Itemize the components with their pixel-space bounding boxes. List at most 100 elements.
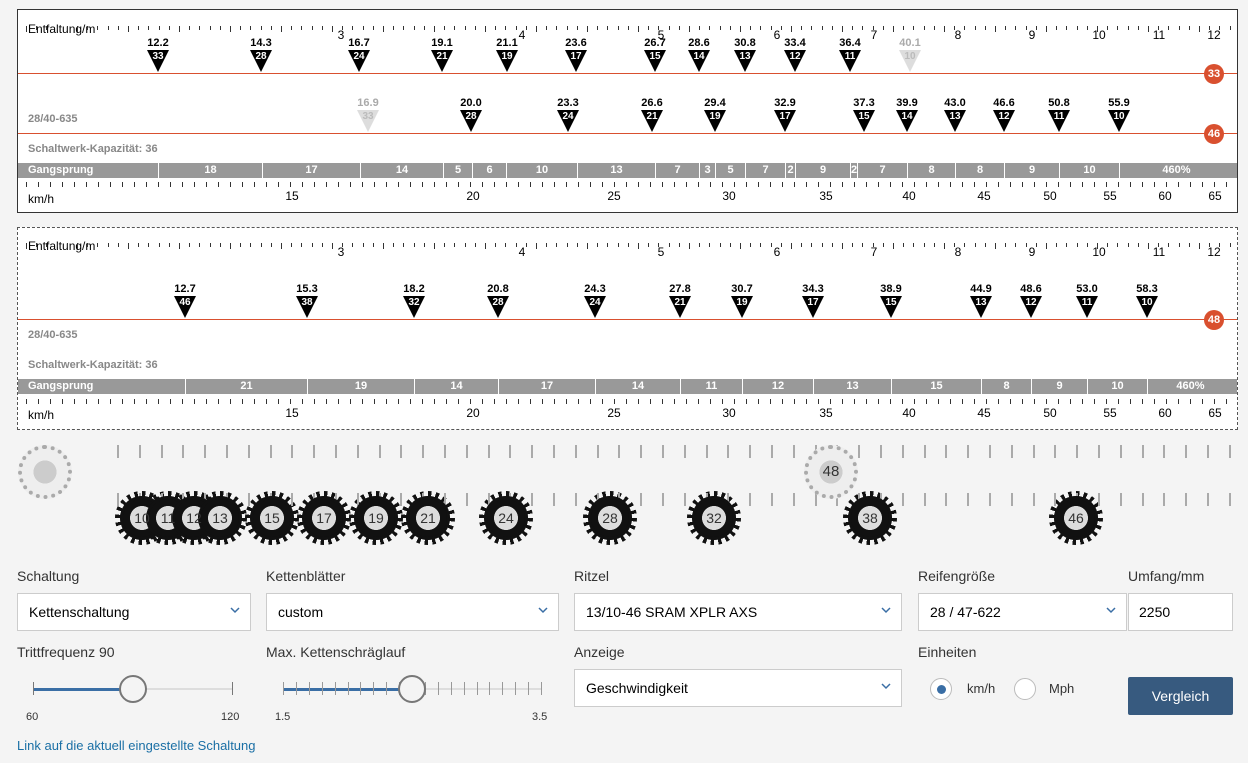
- radio-mph[interactable]: [1014, 678, 1036, 700]
- gear-marker[interactable]: 44.9 13: [970, 283, 992, 318]
- vergleich-button[interactable]: Vergleich: [1128, 677, 1233, 715]
- radio-kmh[interactable]: [930, 678, 952, 700]
- axis-tick: [107, 26, 109, 30]
- axis-tick: [1106, 182, 1107, 187]
- gear-ratio-value: 58.3: [1136, 283, 1158, 295]
- schraeglauf-knob[interactable]: [398, 675, 426, 703]
- axis-tick: [1034, 399, 1035, 404]
- gear-marker[interactable]: 29.4 19: [704, 97, 726, 132]
- cog-19[interactable]: 19: [349, 491, 403, 545]
- cog-label: 13: [212, 510, 228, 526]
- cog-32[interactable]: 32: [687, 491, 741, 545]
- gear-marker[interactable]: 23.6 17: [565, 37, 587, 72]
- cog-13[interactable]: 13: [193, 491, 247, 545]
- axis-tick: [97, 243, 99, 247]
- gear-teeth-label: 17: [570, 51, 582, 62]
- gear-marker[interactable]: 16.9 33: [357, 97, 379, 132]
- gear-marker-triangle: 11: [839, 50, 861, 72]
- cog-38[interactable]: 38: [843, 491, 897, 545]
- gear-marker[interactable]: 12.7 46: [174, 283, 196, 318]
- cog-28[interactable]: 28: [583, 491, 637, 545]
- gear-marker[interactable]: 46.6 12: [993, 97, 1015, 132]
- gear-marker[interactable]: 58.3 10: [1136, 283, 1158, 318]
- axis-tick: [350, 182, 351, 187]
- axis-tick: [26, 182, 27, 187]
- gear-marker[interactable]: 23.3 24: [557, 97, 579, 132]
- axis-tick: [1046, 399, 1047, 404]
- axis-label: 35: [819, 189, 833, 203]
- gear-marker[interactable]: 34.3 17: [802, 283, 824, 318]
- gangsprung-cell: 2: [850, 163, 858, 178]
- axis-tick: [662, 182, 663, 187]
- track-tick: [945, 493, 948, 506]
- cog-label: 19: [368, 510, 384, 526]
- gear-ratio-value: 26.7: [644, 37, 666, 49]
- gear-marker[interactable]: 48.6 12: [1020, 283, 1042, 318]
- gear-marker[interactable]: 20.8 28: [487, 283, 509, 318]
- gear-marker[interactable]: 27.8 21: [669, 283, 691, 318]
- gear-ratio-value: 29.4: [704, 97, 726, 109]
- ritzel-select[interactable]: 13/10-46 SRAM XPLR AXS: [574, 593, 902, 631]
- trittfrequenz-knob[interactable]: [119, 675, 147, 703]
- kettenblaetter-select[interactable]: custom: [266, 593, 559, 631]
- axis-tick: [699, 26, 701, 30]
- axis-tick: [1107, 243, 1109, 247]
- gear-marker[interactable]: 28.6 14: [688, 37, 710, 72]
- gear-marker[interactable]: 36.4 11: [839, 37, 861, 72]
- radio-mph-label[interactable]: Mph: [1049, 681, 1074, 696]
- gear-teeth-label: 28: [255, 51, 267, 62]
- cog-21[interactable]: 21: [401, 491, 455, 545]
- cog-15[interactable]: 15: [245, 491, 299, 545]
- gear-marker[interactable]: 39.9 14: [896, 97, 918, 132]
- gear-marker[interactable]: 26.6 21: [641, 97, 663, 132]
- permalink-link[interactable]: Link auf die aktuell eingestellte Schalt…: [17, 738, 256, 753]
- axis-tick: [1142, 182, 1143, 187]
- axis-tick: [134, 182, 135, 187]
- gangsprung-cell: 14: [595, 379, 680, 394]
- axis-tick: [362, 26, 364, 30]
- axis-tick: [617, 26, 619, 30]
- gear-marker[interactable]: 38.9 15: [880, 283, 902, 318]
- gear-marker[interactable]: 37.3 15: [853, 97, 875, 132]
- axis-tick: [1082, 399, 1083, 404]
- axis-tick: [1076, 26, 1078, 30]
- cog-17[interactable]: 17: [297, 491, 351, 545]
- gear-marker[interactable]: 50.8 11: [1048, 97, 1070, 132]
- gear-marker[interactable]: 24.3 24: [584, 283, 606, 318]
- gear-marker[interactable]: 19.1 21: [431, 37, 453, 72]
- active-chainring[interactable]: 48: [804, 445, 858, 499]
- cog-24[interactable]: 24: [479, 491, 533, 545]
- gear-marker[interactable]: 26.7 15: [644, 37, 666, 72]
- axis-tick: [1058, 182, 1059, 187]
- gear-marker[interactable]: 43.0 13: [944, 97, 966, 132]
- slider-tick: [295, 682, 297, 695]
- axis-tick: [170, 182, 171, 187]
- gear-marker[interactable]: 14.3 28: [250, 37, 272, 72]
- gear-marker[interactable]: 53.0 11: [1076, 283, 1098, 318]
- gear-marker[interactable]: 18.2 32: [403, 283, 425, 318]
- reifen-select[interactable]: 28 / 47-622: [918, 593, 1127, 631]
- gear-marker[interactable]: 30.8 13: [734, 37, 756, 72]
- gear-marker[interactable]: 20.0 28: [460, 97, 482, 132]
- track-tick: [291, 493, 294, 506]
- axis-tick: [518, 182, 519, 187]
- gear-marker[interactable]: 32.9 17: [774, 97, 796, 132]
- gear-marker[interactable]: 40.1 10: [899, 37, 921, 72]
- gear-marker-triangle: 14: [688, 50, 710, 72]
- gear-marker[interactable]: 15.3 38: [296, 283, 318, 318]
- gear-marker[interactable]: 21.1 19: [496, 37, 518, 72]
- radio-kmh-label[interactable]: km/h: [967, 681, 995, 696]
- gear-marker[interactable]: 16.7 24: [348, 37, 370, 72]
- gear-marker[interactable]: 30.7 19: [731, 283, 753, 318]
- gear-marker[interactable]: 12.2 33: [147, 37, 169, 72]
- anzeige-select[interactable]: Geschwindigkeit: [574, 669, 902, 707]
- umfang-input[interactable]: 2250: [1128, 593, 1233, 631]
- gear-marker[interactable]: 33.4 12: [784, 37, 806, 72]
- gear-marker[interactable]: 55.9 10: [1108, 97, 1130, 132]
- track-tick: [618, 445, 621, 458]
- cog-46[interactable]: 46: [1049, 491, 1103, 545]
- axis-tick: [944, 243, 945, 249]
- gangsprung-cell: 18: [158, 163, 262, 178]
- axis-tick: [903, 243, 905, 247]
- schaltung-select[interactable]: Kettenschaltung: [17, 593, 251, 631]
